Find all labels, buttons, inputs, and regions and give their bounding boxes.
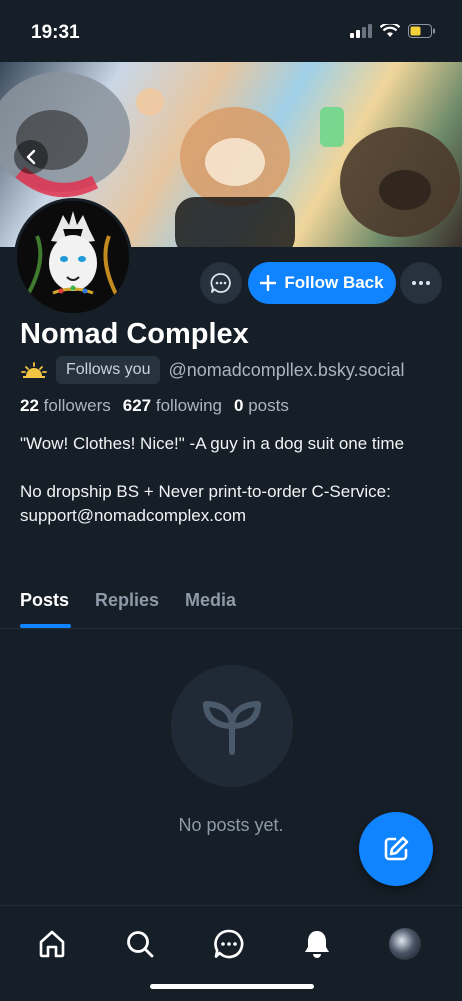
search-icon	[127, 931, 154, 958]
more-options-button[interactable]	[400, 262, 442, 304]
chat-bubble-icon	[210, 273, 231, 293]
bio-line-2: No dropship BS + Never print-to-order C-…	[20, 482, 391, 525]
sprout-icon	[203, 701, 261, 755]
empty-state-icon-circle	[171, 665, 293, 787]
compose-icon	[384, 836, 409, 861]
following-count: 627	[122, 396, 152, 415]
profile-handle[interactable]: @nomadcompllex.bsky.social	[168, 360, 404, 381]
followers-label: followers	[43, 396, 111, 415]
compose-button[interactable]	[359, 812, 433, 886]
wifi-icon	[380, 24, 400, 37]
profile-avatar-icon	[389, 928, 421, 960]
nav-profile[interactable]	[385, 924, 425, 964]
tab-replies[interactable]: Replies	[95, 590, 159, 611]
status-time: 19:31	[31, 22, 80, 43]
posts-stat: 0 posts	[234, 396, 289, 416]
bio-line-1: "Wow! Clothes! Nice!" -A guy in a dog su…	[20, 434, 405, 453]
posts-count: 0	[234, 396, 244, 415]
nav-chat[interactable]	[209, 924, 249, 964]
nav-notifications[interactable]	[297, 924, 337, 964]
ellipsis-icon	[412, 281, 430, 285]
status-bar: 19:31	[0, 0, 462, 62]
tab-posts[interactable]: Posts	[20, 590, 69, 611]
nav-search[interactable]	[120, 924, 160, 964]
tab-media[interactable]: Media	[185, 590, 236, 611]
signal-icon	[350, 24, 372, 38]
plus-icon	[260, 275, 277, 291]
nav-home[interactable]	[32, 924, 72, 964]
profile-meta-row: Follows you @nomadcompllex.bsky.social	[20, 356, 405, 384]
profile-avatar[interactable]	[14, 198, 132, 316]
followers-count: 22	[20, 396, 39, 415]
follow-back-button[interactable]: Follow Back	[248, 262, 396, 304]
message-button[interactable]	[200, 262, 242, 304]
following-stat[interactable]: 627 following	[123, 396, 222, 416]
active-tab-indicator	[20, 624, 71, 628]
profile-tabs: Posts Replies Media	[0, 584, 462, 629]
avatar-image	[17, 201, 129, 313]
status-icons	[350, 24, 436, 38]
chevron-left-icon	[26, 149, 36, 165]
follow-back-label: Follow Back	[284, 273, 384, 292]
posts-label: posts	[248, 396, 289, 415]
back-button[interactable]	[14, 140, 48, 174]
follows-you-badge: Follows you	[56, 356, 161, 384]
home-indicator	[150, 984, 314, 989]
followers-stat[interactable]: 22 followers	[20, 396, 111, 416]
following-label: following	[155, 396, 223, 415]
sun-emoji-icon	[21, 362, 47, 378]
chat-icon	[214, 929, 244, 959]
profile-stats: 22 followers 627 following 0 posts	[20, 396, 289, 416]
profile-bio: "Wow! Clothes! Nice!" -A guy in a dog su…	[20, 432, 440, 528]
bell-icon	[305, 931, 329, 958]
profile-display-name: Nomad Complex	[20, 318, 249, 350]
home-icon	[39, 930, 65, 958]
battery-icon	[408, 24, 435, 38]
